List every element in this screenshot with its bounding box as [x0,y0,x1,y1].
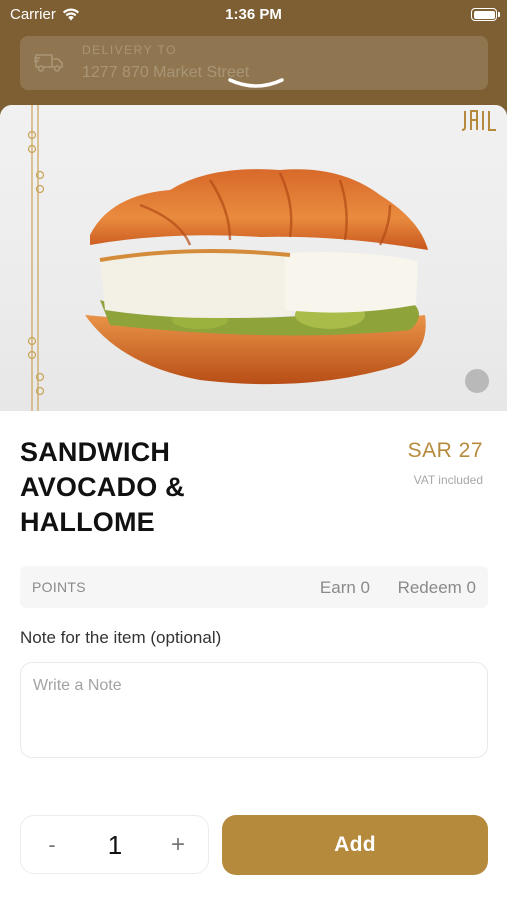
brand-logo [461,110,496,131]
points-label: POINTS [32,579,86,595]
product-sheet: SANDWICH AVOCADO & HALLOME SAR 27 VAT in… [0,105,507,900]
quantity-stepper: - 1 + [20,815,209,874]
battery-icon [471,8,500,21]
vat-note: VAT included [413,473,483,487]
decrease-quantity-button[interactable]: - [35,829,69,861]
decorative-pattern [27,105,45,411]
points-earn: Earn 0 [319,578,370,597]
status-bar: Carrier 1:36 PM [0,0,507,30]
note-label: Note for the item (optional) [20,628,222,647]
product-price: SAR 27 [407,439,483,462]
product-title: SANDWICH AVOCADO & HALLOME [20,437,185,537]
points-row: POINTS Earn 0 Redeem 0 [20,566,488,608]
image-page-indicator[interactable] [465,369,489,393]
product-image [0,105,507,411]
chevron-down-icon[interactable] [228,76,284,92]
delivery-address: 1277 870 Market Street [82,64,250,81]
add-to-cart-button[interactable]: Add [222,815,488,875]
status-time: 1:36 PM [225,6,282,23]
increase-quantity-button[interactable]: + [161,829,195,861]
quantity-value: 1 [107,830,123,860]
delivery-truck-icon [34,54,63,72]
croissant-sandwich-image [85,169,428,385]
delivery-label: DELIVERY TO [82,43,177,57]
points-redeem: Redeem 0 [397,578,476,597]
note-input[interactable] [20,662,488,758]
